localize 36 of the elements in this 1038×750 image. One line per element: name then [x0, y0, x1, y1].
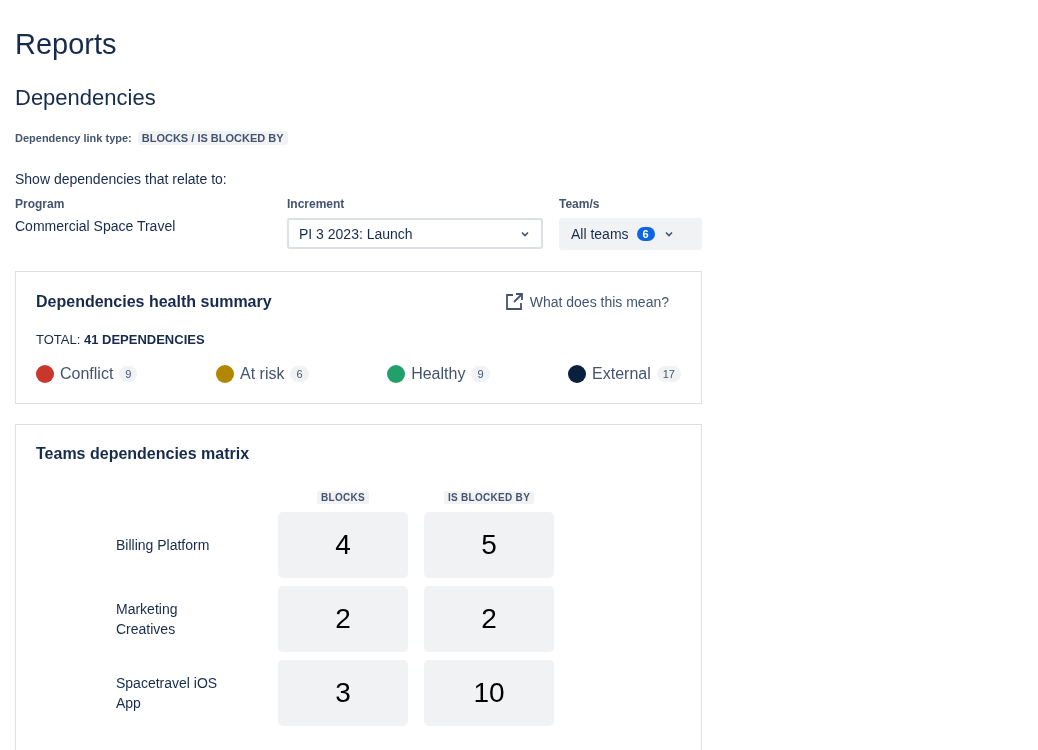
team-name: Marketing Creatives	[116, 600, 179, 639]
status-label: At risk	[240, 365, 285, 383]
matrix-cell: 10	[424, 660, 554, 726]
matrix-cell: 4	[278, 512, 408, 578]
teams-dropdown[interactable]: All teams 6	[559, 218, 702, 250]
column-header: IS BLOCKED BY	[443, 491, 535, 504]
status-label: Conflict	[60, 365, 114, 383]
status-label: External	[592, 365, 651, 383]
link-type-label: Dependency link type:	[15, 132, 132, 144]
status-count: 9	[119, 366, 138, 382]
matrix-cell: 2	[278, 586, 408, 652]
team-name: Billing Platform	[116, 536, 211, 555]
matrix-cell: 2	[424, 586, 554, 652]
column-header: BLOCKS	[317, 491, 369, 504]
filters-intro: Show dependencies that relate to:	[15, 171, 228, 187]
page-title: Reports	[15, 28, 118, 61]
increment-select[interactable]: PI 3 2023: Launch	[287, 218, 543, 249]
teams-label: Team/s	[559, 197, 601, 211]
help-link[interactable]: What does this mean?	[503, 292, 669, 312]
link-type-lozenge: BLOCKS / IS BLOCKED BY	[137, 131, 288, 145]
total-dependencies: TOTAL: 41 DEPENDENCIES	[36, 332, 206, 347]
card-title: Dependencies health summary	[36, 293, 272, 311]
section-title: Dependencies	[15, 85, 157, 111]
program-label: Program	[15, 197, 66, 211]
status-count: 17	[656, 366, 681, 382]
status-label: Healthy	[411, 365, 466, 383]
card-title: Teams dependencies matrix	[36, 445, 251, 463]
external-link-icon	[503, 292, 524, 312]
status-count: 6	[290, 366, 309, 382]
matrix-cell: 3	[278, 660, 408, 726]
matrix-cell: 5	[424, 512, 554, 578]
program-value: Commercial Space Travel	[15, 218, 177, 234]
increment-label: Increment	[287, 197, 346, 211]
team-name: Spacetravel iOS App	[116, 674, 219, 713]
count-badge: 6	[636, 227, 655, 241]
status-count: 9	[471, 366, 490, 382]
